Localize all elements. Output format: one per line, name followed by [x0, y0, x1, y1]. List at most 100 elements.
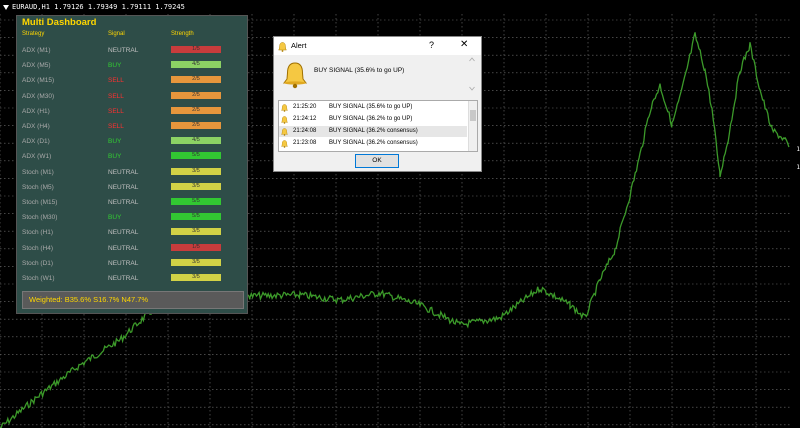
alert-time: 21:25:20 — [293, 104, 317, 110]
strength-bar: 4/5 — [171, 137, 221, 145]
strategy-name: Stoch (M30) — [22, 214, 58, 222]
signal-value: NEUTRAL — [108, 275, 139, 282]
dashboard-row: Stoch (W1) NEUTRAL 3/5 — [17, 271, 247, 286]
chart-symbol-bar: EURAUD,H1 1.79126 1.79349 1.79111 1.7924… — [0, 0, 188, 14]
multi-dashboard-panel[interactable]: Multi Dashboard Strategy Signal Strength… — [16, 15, 248, 314]
strategy-name: ADX (M15) — [22, 77, 55, 85]
strategy-name: ADX (W1) — [22, 153, 52, 161]
bell-icon — [281, 116, 288, 124]
message-scrollbar[interactable] — [468, 55, 476, 93]
strength-bar: 2/5 — [171, 91, 221, 99]
strength-value: 3/5 — [192, 274, 200, 280]
strategy-name: Stoch (D1) — [22, 259, 54, 267]
dashboard-row: Stoch (M1) NEUTRAL 3/5 — [17, 165, 247, 180]
strength-bar: 1/5 — [171, 46, 221, 53]
strength-bar: 2/5 — [171, 106, 221, 114]
bell-icon — [283, 62, 307, 89]
dropdown-triangle-icon[interactable] — [3, 4, 9, 10]
signal-value: NEUTRAL — [108, 229, 139, 237]
dashboard-row: ADX (H1) SELL 2/5 — [17, 104, 247, 119]
signal-value: NEUTRAL — [108, 47, 139, 54]
alert-list-item[interactable]: 21:23:08 BUY SIGNAL (36.2% consensus) — [279, 138, 467, 149]
dashboard-row: ADX (M5) BUY 4/5 — [17, 58, 247, 73]
strength-value: 3/5 — [192, 258, 200, 265]
strength-value: 2/5 — [192, 122, 200, 128]
bell-icon — [281, 128, 288, 136]
strategy-name: Stoch (M1) — [22, 168, 54, 176]
strength-bar: 4/5 — [171, 61, 221, 69]
strength-bar: 2/5 — [171, 76, 221, 84]
alert-titlebar[interactable]: Alert ? ✕ — [274, 37, 481, 55]
alert-dialog[interactable]: Alert ? ✕ BUY SIGNAL (35.6% to go UP) 21… — [273, 36, 482, 172]
dashboard-row: Stoch (H1) NEUTRAL 3/5 — [17, 225, 247, 240]
strength-value: 5/5 — [192, 152, 200, 159]
strength-bar: 3/5 — [171, 258, 221, 266]
bell-icon — [278, 42, 287, 52]
strength-value: 3/5 — [192, 167, 200, 174]
alert-list-item[interactable]: 21:24:08 BUY SIGNAL (36.2% consensus) — [279, 126, 467, 137]
signal-value: NEUTRAL — [108, 168, 139, 176]
strength-bar: 2/5 — [171, 122, 221, 129]
scrollbar-thumb[interactable] — [470, 110, 476, 121]
header-strength: Strength — [171, 31, 194, 37]
strength-value: 4/5 — [192, 61, 200, 68]
strength-value: 4/5 — [192, 137, 200, 144]
signal-value: NEUTRAL — [108, 244, 139, 252]
strength-value: 1/5 — [192, 46, 200, 52]
dashboard-title: Multi Dashboard — [22, 17, 97, 28]
strength-value: 2/5 — [192, 106, 200, 113]
strength-value: 1/5 — [192, 243, 200, 250]
dashboard-row: ADX (M30) SELL 2/5 — [17, 89, 247, 104]
alert-history-list[interactable]: 21:25:20 BUY SIGNAL (35.6% to go UP) 21:24… — [278, 100, 478, 152]
header-strategy: Strategy — [22, 31, 45, 37]
ok-button[interactable]: OK — [355, 154, 399, 168]
help-button[interactable]: ? — [429, 40, 434, 50]
strength-bar: 5/5 — [171, 152, 221, 160]
strategy-name: ADX (H1) — [22, 107, 50, 115]
signal-value: BUY — [108, 138, 122, 146]
dashboard-row: ADX (M15) SELL 2/5 — [17, 73, 247, 88]
alert-text: BUY SIGNAL (36.2% to go UP) — [329, 116, 413, 122]
alert-title: Alert — [291, 41, 307, 50]
signal-value: SELL — [108, 92, 124, 100]
signal-value: BUY — [108, 214, 122, 222]
strength-bar: 3/5 — [171, 167, 221, 175]
strength-value: 5/5 — [192, 198, 200, 204]
alert-list-item[interactable]: 21:25:20 BUY SIGNAL (35.6% to go UP) — [279, 102, 467, 113]
dashboard-row: Stoch (M5) NEUTRAL 3/5 — [17, 180, 247, 195]
signal-value: NEUTRAL — [108, 183, 139, 191]
alert-message: BUY SIGNAL (35.6% to go UP) — [314, 67, 405, 74]
strategy-name: Stoch (H1) — [22, 229, 54, 237]
strength-bar: 5/5 — [171, 198, 221, 205]
strength-value: 3/5 — [192, 228, 200, 235]
signal-value: SELL — [108, 123, 124, 130]
strategy-name: Stoch (W1) — [22, 275, 55, 282]
strength-value: 3/5 — [192, 182, 200, 189]
dashboard-row: ADX (W1) BUY 5/5 — [17, 149, 247, 164]
strength-bar: 1/5 — [171, 243, 221, 251]
signal-value: NEUTRAL — [108, 199, 139, 206]
strength-value: 5/5 — [192, 213, 200, 220]
alert-time: 21:24:12 — [293, 116, 317, 122]
alert-list-scrollbar[interactable] — [468, 101, 477, 151]
price-axis-label: 1 — [796, 146, 800, 153]
dashboard-row: Stoch (H4) NEUTRAL 1/5 — [17, 241, 247, 256]
strength-bar: 3/5 — [171, 182, 221, 190]
dashboard-row: ADX (H4) SELL 2/5 — [17, 119, 247, 134]
strength-bar: 3/5 — [171, 228, 221, 236]
strategy-name: Stoch (M5) — [22, 183, 54, 191]
dashboard-row: Stoch (M30) BUY 5/5 — [17, 210, 247, 225]
bell-icon — [281, 104, 288, 112]
dashboard-row: Stoch (D1) NEUTRAL 3/5 — [17, 256, 247, 271]
price-axis-label: 1 — [796, 164, 800, 171]
strategy-name: ADX (H4) — [22, 123, 50, 130]
alert-list-item[interactable]: 21:24:12 BUY SIGNAL (36.2% to go UP) — [279, 114, 467, 125]
alert-text: BUY SIGNAL (35.6% to go UP) — [329, 104, 413, 110]
strength-bar: 3/5 — [171, 274, 221, 281]
strength-value: 2/5 — [192, 76, 200, 83]
signal-value: SELL — [108, 107, 124, 115]
strategy-name: ADX (M30) — [22, 92, 55, 100]
strategy-name: Stoch (M15) — [22, 199, 58, 206]
strength-value: 2/5 — [192, 91, 200, 98]
close-button[interactable]: ✕ — [460, 39, 468, 50]
